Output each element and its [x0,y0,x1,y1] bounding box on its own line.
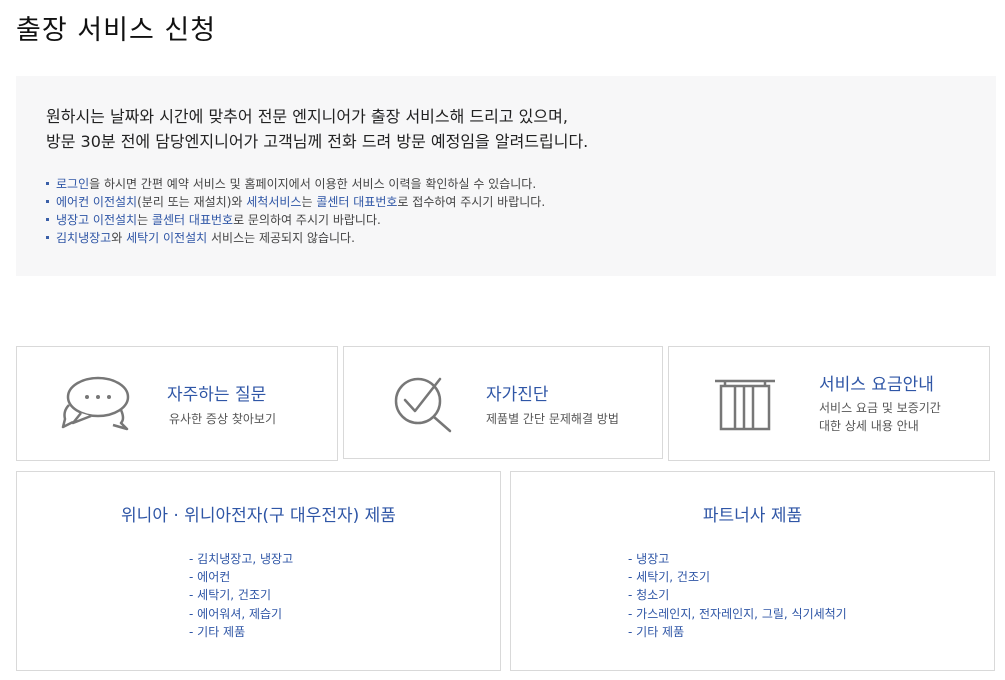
notice-highlight: 김치냉장고 [56,231,112,245]
notice-lead: 원하시는 날짜와 시간에 맞추어 전문 엔지니어가 출장 서비스해 드리고 있으… [46,104,588,154]
winia-product-link[interactable]: 에어워셔, 제습기 [189,605,293,623]
faq-card[interactable]: 자주하는 질문 유사한 증상 찾아보기 [16,346,338,461]
notice-highlight: 세척서비스 [246,195,302,209]
winia-products-list: 김치냉장고, 냉장고에어컨세탁기, 건조기에어워셔, 제습기기타 제품 [189,550,293,641]
faq-desc: 유사한 증상 찾아보기 [169,412,276,426]
notice-highlight: 냉장고 이전설치 [56,213,138,227]
fee-guide-desc-line-2: 대한 상세 내용 안내 [819,419,919,433]
partner-products-list: 냉장고세탁기, 건조기청소기가스레인지, 전자레인지, 그릴, 식기세척기기타 … [628,550,847,641]
notice-text: 서비스는 제공되지 않습니다. [207,231,355,245]
page-title: 출장 서비스 신청 [16,15,217,46]
magnifier-check-icon [394,377,452,433]
notice-text: 로 문의하여 주시기 바랍니다. [233,213,381,227]
partner-product-link[interactable]: 냉장고 [628,550,847,568]
service-notice: 원하시는 날짜와 시간에 맞추어 전문 엔지니어가 출장 서비스해 드리고 있으… [16,76,996,276]
notice-text: 는 [301,195,317,209]
fee-guide-desc: 서비스 요금 및 보증기간 대한 상세 내용 안내 [819,399,941,435]
notice-text: (분리 또는 재설치)와 [137,195,247,209]
winia-product-link[interactable]: 세탁기, 건조기 [189,586,293,604]
self-diagnosis-desc: 제품별 간단 문제해결 방법 [486,412,619,426]
notice-highlight: 콜센터 대표번호 [151,213,234,227]
winia-product-link[interactable]: 에어컨 [189,568,293,586]
winia-product-link[interactable]: 기타 제품 [189,623,293,641]
notice-list: 로그인을 하시면 간편 예약 서비스 및 홈페이지에서 이용한 서비스 이력을 … [46,175,545,247]
notice-item: 로그인을 하시면 간편 예약 서비스 및 홈페이지에서 이용한 서비스 이력을 … [46,175,545,193]
notice-item: 에어컨 이전설치(분리 또는 재설치)와 세척서비스는 콜센터 대표번호로 접수… [46,193,545,211]
notice-lead-line-1: 원하시는 날짜와 시간에 맞추어 전문 엔지니어가 출장 서비스해 드리고 있으… [46,107,568,126]
fee-guide-card[interactable]: 서비스 요금안내 서비스 요금 및 보증기간 대한 상세 내용 안내 [668,346,990,461]
notice-item: 김치냉장고와 세탁기 이전설치 서비스는 제공되지 않습니다. [46,229,545,247]
notice-highlight: 로그인 [56,177,90,191]
receipt-icon [715,379,775,431]
winia-products-title: 위니아 · 위니아전자(구 대우전자) 제품 [121,506,396,526]
notice-text: 는 [137,213,152,227]
faq-title: 자주하는 질문 [167,385,267,405]
notice-highlight: 콜센터 대표번호 [316,195,398,209]
notice-highlight: 에어컨 이전설치 [56,195,138,209]
winia-products-card: 위니아 · 위니아전자(구 대우전자) 제품 김치냉장고, 냉장고에어컨세탁기,… [16,471,501,671]
notice-text: 와 [111,231,127,245]
self-diagnosis-title: 자가진단 [486,385,549,405]
winia-product-link[interactable]: 김치냉장고, 냉장고 [189,550,293,568]
partner-product-link[interactable]: 가스레인지, 전자레인지, 그릴, 식기세척기 [628,605,847,623]
partner-product-link[interactable]: 기타 제품 [628,623,847,641]
fee-guide-title: 서비스 요금안내 [819,375,934,395]
partner-products-card: 파트너사 제품 냉장고세탁기, 건조기청소기가스레인지, 전자레인지, 그릴, … [510,471,995,671]
partner-products-title: 파트너사 제품 [702,506,803,526]
partner-product-link[interactable]: 세탁기, 건조기 [628,568,847,586]
notice-highlight: 세탁기 이전설치 [126,231,208,245]
notice-lead-line-2: 방문 30분 전에 담당엔지니어가 고객님께 전화 드려 방문 예정임을 알려드… [46,132,589,151]
speech-bubble-icon [61,376,130,431]
notice-item: 냉장고 이전설치는 콜센터 대표번호로 문의하여 주시기 바랍니다. [46,211,545,229]
notice-text: 로 접수하여 주시기 바랍니다. [397,195,546,209]
self-diagnosis-card[interactable]: 자가진단 제품별 간단 문제해결 방법 [343,346,663,459]
fee-guide-desc-line-1: 서비스 요금 및 보증기간 [819,401,941,415]
partner-product-link[interactable]: 청소기 [628,586,847,604]
notice-text: 을 하시면 간편 예약 서비스 및 홈페이지에서 이용한 서비스 이력을 확인하… [89,177,537,191]
